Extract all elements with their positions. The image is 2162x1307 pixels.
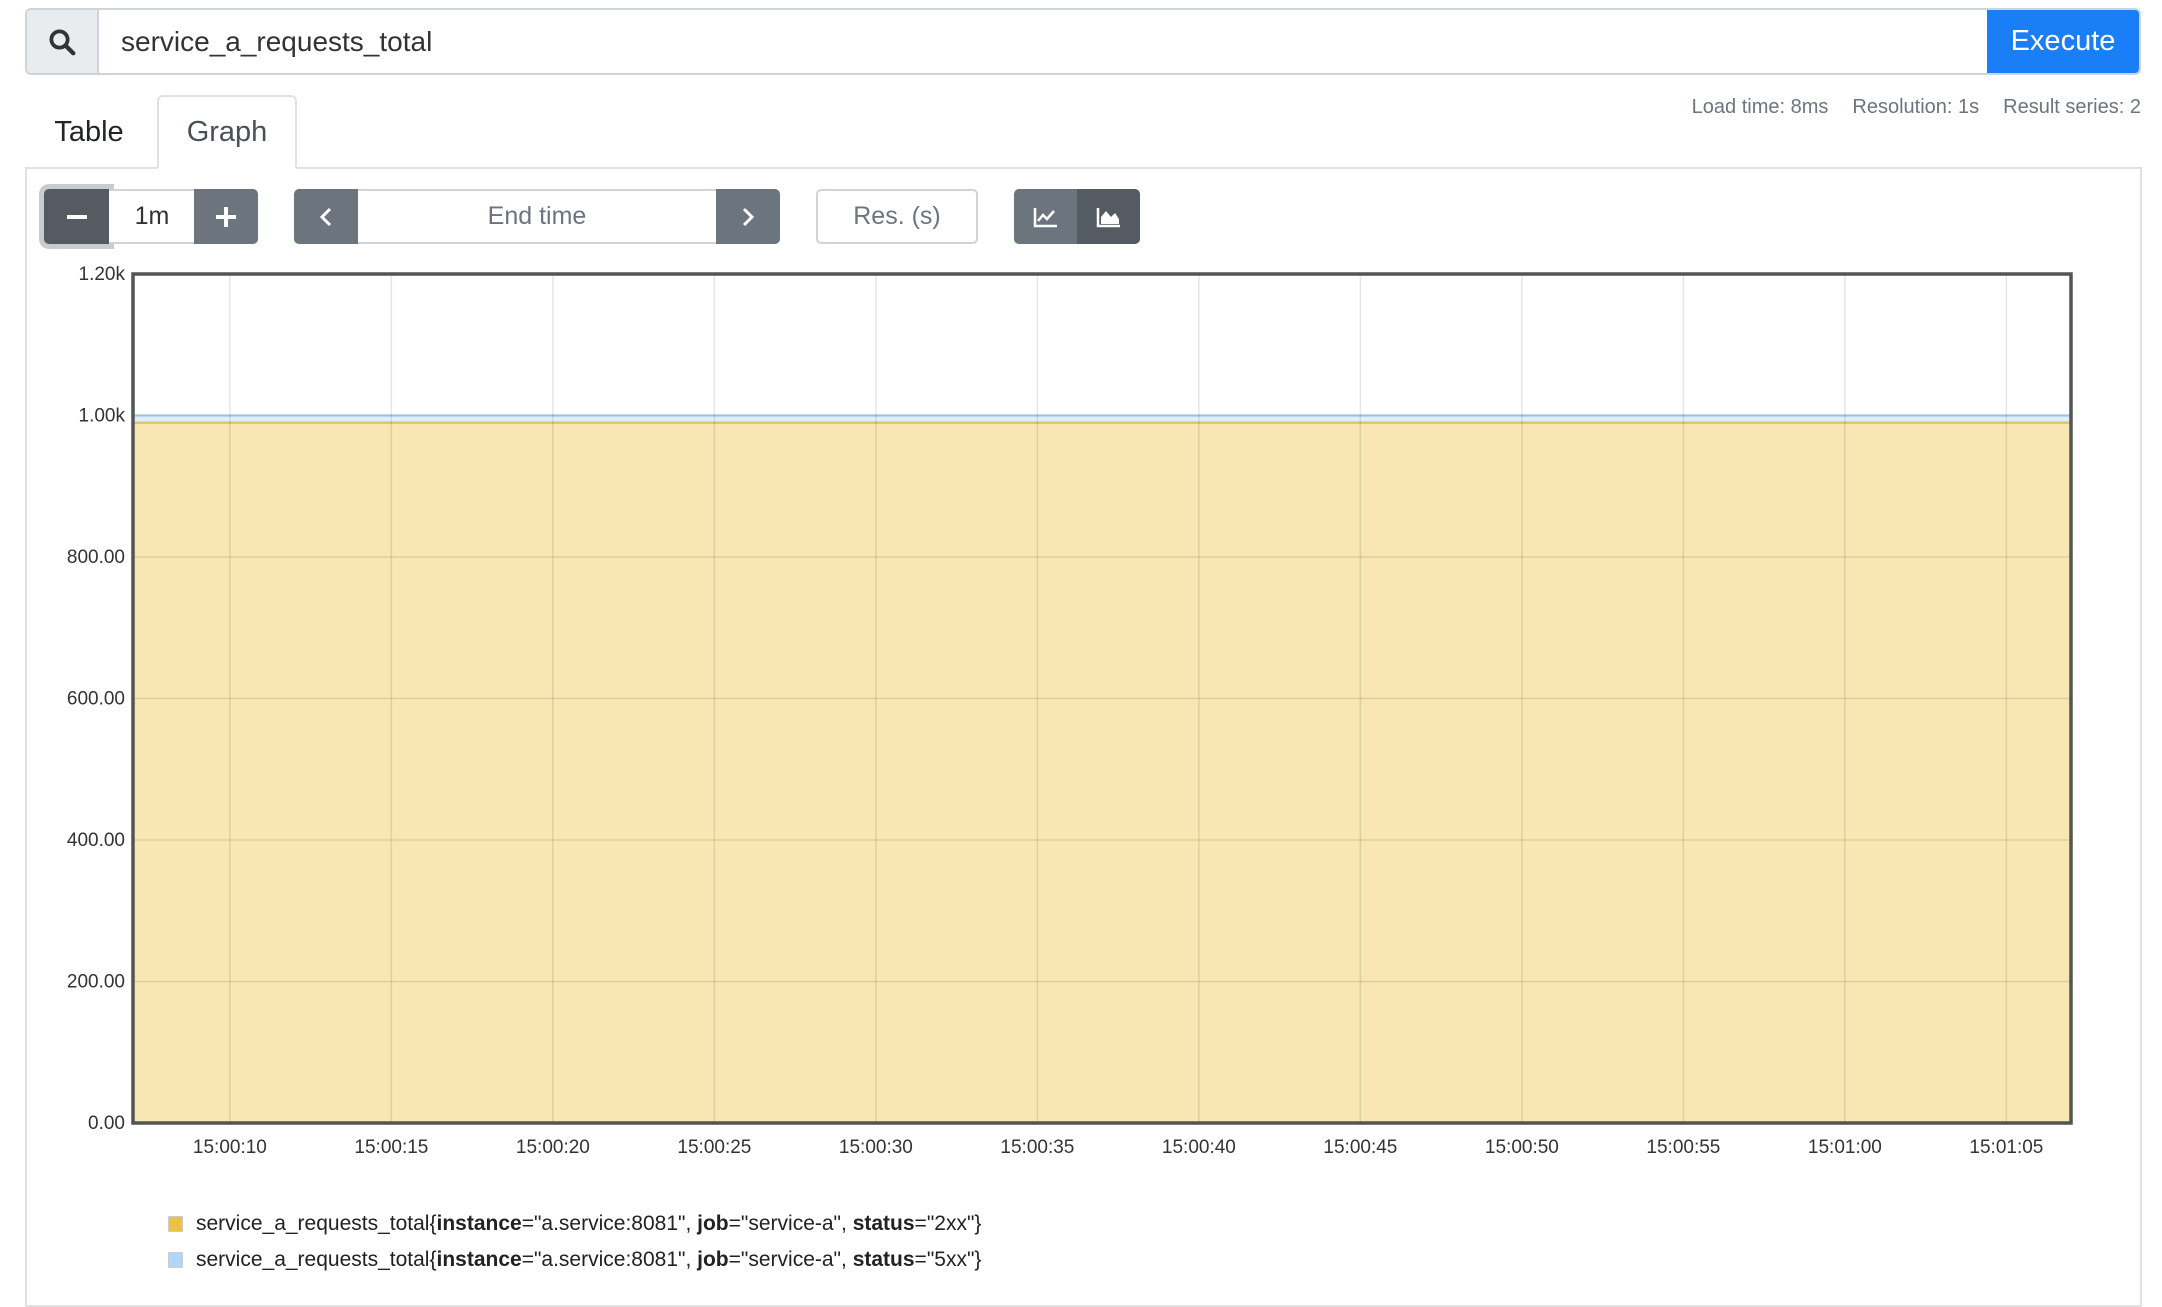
x-tick-label: 15:00:35 [1000, 1137, 1074, 1158]
y-tick-label: 600.00 [67, 689, 125, 710]
series-area-0 [133, 422, 2071, 1123]
range-input[interactable]: 1m [109, 189, 195, 244]
tab-table[interactable]: Table [36, 95, 142, 169]
legend-item[interactable]: service_a_requests_total{instance = "a.ser… [168, 1248, 981, 1272]
x-tick-label: 15:00:20 [516, 1137, 590, 1158]
legend-item[interactable]: service_a_requests_total{instance = "a.ser… [168, 1212, 981, 1236]
y-tick-label: 400.00 [67, 830, 125, 851]
query-bar: Execute [25, 8, 2141, 75]
minus-icon [66, 214, 87, 219]
decrease-range-button[interactable] [44, 189, 109, 244]
legend-swatch [168, 1252, 183, 1268]
chevron-right-icon [742, 207, 755, 226]
previous-time-button[interactable] [294, 189, 358, 244]
resolution-input[interactable]: Res. (s) [816, 189, 978, 244]
legend-metric: service_a_requests_total [196, 1248, 430, 1271]
x-tick-label: 15:01:00 [1808, 1137, 1882, 1158]
x-tick-label: 15:00:25 [677, 1137, 751, 1158]
x-tick-label: 15:00:10 [193, 1137, 267, 1158]
line-chart-icon [1033, 207, 1057, 227]
execute-button[interactable]: Execute [1987, 10, 2139, 73]
x-tick-label: 15:00:30 [839, 1137, 913, 1158]
x-tick-label: 15:00:50 [1485, 1137, 1559, 1158]
stacked-area-chart-icon [1096, 207, 1120, 227]
x-tick-label: 15:00:45 [1323, 1137, 1397, 1158]
stacked-chart-button[interactable] [1077, 189, 1140, 244]
search-icon [27, 10, 99, 73]
legend-metric: service_a_requests_total [196, 1212, 430, 1235]
y-tick-label: 200.00 [67, 972, 125, 993]
x-tick-label: 15:00:40 [1162, 1137, 1236, 1158]
tab-graph[interactable]: Graph [157, 95, 297, 169]
result-series: Result series: 2 [2003, 96, 2141, 118]
load-time: Load time: 8ms [1691, 96, 1829, 118]
y-tick-label: 800.00 [67, 547, 125, 568]
chevron-left-icon [319, 207, 332, 226]
y-tick-label: 1.20k [79, 264, 126, 285]
y-tick-label: 0.00 [88, 1113, 125, 1134]
next-time-button[interactable] [716, 189, 780, 244]
legend-swatch [168, 1216, 183, 1232]
plus-icon [216, 206, 236, 227]
x-tick-label: 15:01:05 [1969, 1137, 2043, 1158]
y-tick-label: 1.00k [79, 406, 126, 427]
query-stats: Load time: 8ms Resolution: 1s Result ser… [1692, 96, 2141, 119]
line-chart-button[interactable] [1014, 189, 1077, 244]
increase-range-button[interactable] [194, 189, 258, 244]
x-tick-label: 15:00:55 [1646, 1137, 1720, 1158]
expression-input[interactable] [99, 10, 1987, 73]
graph-chart: 0.00 200.00 400.00 600.00 800.00 1.00k 1.20k 15… [67, 264, 2073, 1158]
resolution: Resolution: 1s [1852, 96, 1980, 118]
end-time-input[interactable]: End time [358, 189, 716, 244]
x-tick-label: 15:00:15 [354, 1137, 428, 1158]
